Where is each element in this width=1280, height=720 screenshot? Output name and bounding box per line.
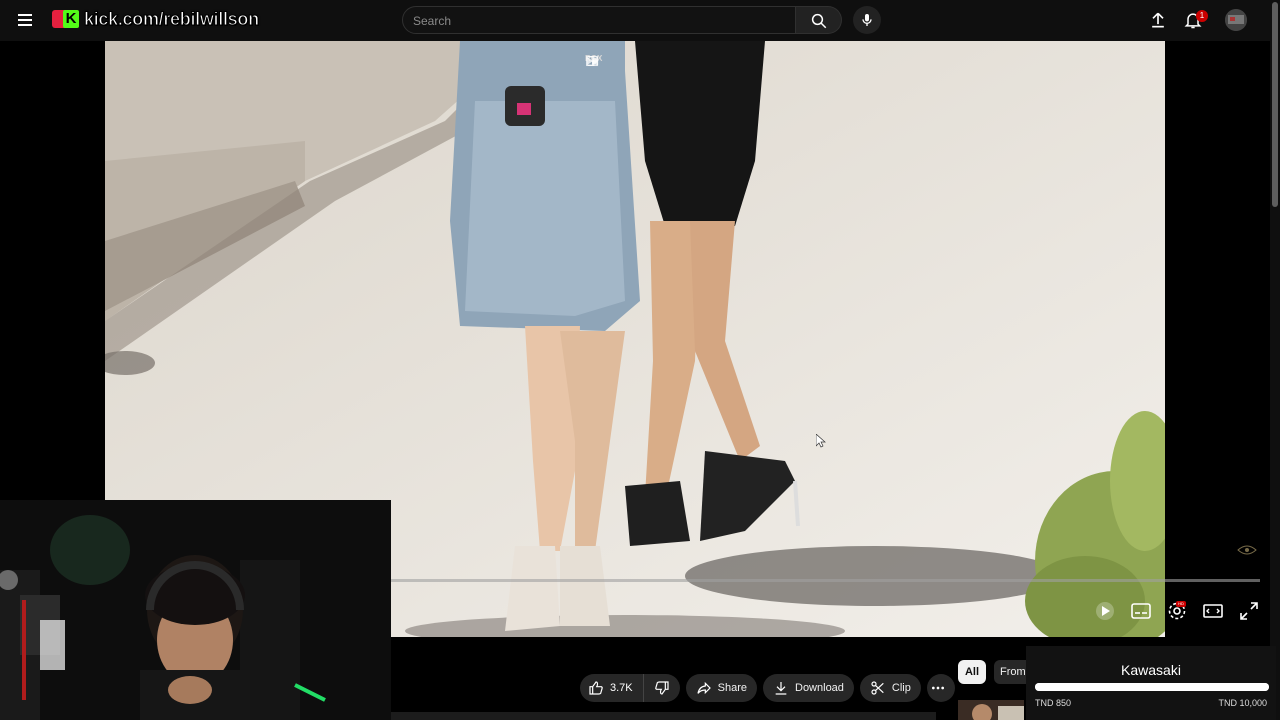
search-icon [811,13,827,29]
watermark-icon [1237,545,1257,555]
download-label: Download [795,682,844,694]
download-icon [775,682,787,695]
like-button[interactable]: 3.7K [580,674,644,702]
miniplayer-controls: RGX [585,54,602,67]
chip-all[interactable]: All [958,660,986,684]
avatar[interactable] [1225,9,1247,31]
goal-current-amount: TND 850 [1035,698,1072,708]
more-icon [931,686,944,690]
autoplay-toggle-icon[interactable] [1094,600,1116,622]
goal-title: Kawasaki [1121,662,1181,678]
skip-next-icon[interactable] [585,54,599,68]
kick-brand-overlay: K kick.com/rebilwillson [52,8,260,30]
kick-logo-icon: K [63,10,79,28]
webcam-overlay [0,500,391,720]
related-video-thumbnail[interactable] [958,700,1024,720]
scroll-thumb[interactable] [1272,2,1278,207]
clip-icon [871,681,884,695]
hd-badge: HD [1176,601,1186,607]
goal-progress-bar [1035,683,1269,691]
subtitles-icon[interactable] [1130,600,1152,622]
mic-icon [862,14,872,26]
mouse-cursor-icon [816,434,826,448]
thumbnail-image [958,700,1024,720]
goal-target-amount: TND 10,000 [1218,698,1267,708]
download-button[interactable]: Download [763,674,854,702]
share-button[interactable]: Share [685,674,757,702]
page-scrollbar[interactable] [1270,0,1280,720]
avatar-image [1225,9,1247,31]
dislike-button[interactable] [644,674,680,702]
video-actions: 3.7K Share Download Clip [580,674,955,702]
donation-goal-widget: Kawasaki TND 850 TND 10,000 [1026,646,1276,720]
video-progress-bar[interactable] [391,579,1260,582]
more-actions-button[interactable] [926,674,955,702]
top-bar: K kick.com/rebilwillson 1 [0,0,1280,41]
clip-label: Clip [891,682,911,694]
theater-mode-icon[interactable] [1202,600,1224,622]
share-label: Share [717,682,747,694]
menu-icon[interactable] [16,12,36,28]
like-icon [589,681,603,695]
brand-text: kick.com/rebilwillson [84,8,260,29]
like-count: 3.7K [610,682,633,694]
goal-progress-fill [1035,683,1269,691]
search-box [402,6,796,34]
bottom-divider [391,712,936,720]
search-input[interactable] [413,11,783,31]
dislike-icon [654,681,669,695]
voice-search-button[interactable] [853,6,881,34]
search-button[interactable] [796,6,842,34]
webcam-frame [0,500,391,720]
notification-badge: 1 [1196,10,1208,22]
share-icon [697,681,711,695]
like-dislike-group: 3.7K [580,674,680,702]
fullscreen-icon[interactable] [1238,600,1260,622]
upload-icon[interactable] [1148,10,1168,30]
clip-button[interactable]: Clip [859,674,921,702]
